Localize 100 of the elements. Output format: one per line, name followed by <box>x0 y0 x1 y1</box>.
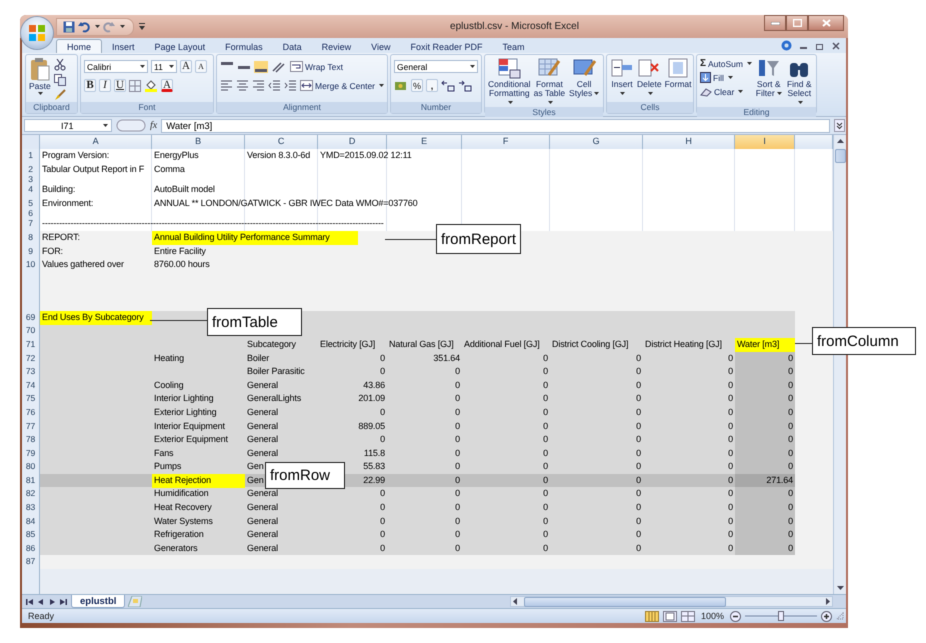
name-box[interactable]: I71 <box>24 119 112 132</box>
row-header[interactable]: 10 <box>22 258 40 273</box>
ribbon-button[interactable]: Conditional Formatting <box>488 57 531 107</box>
customize-toolbar-icon[interactable] <box>139 23 145 30</box>
minimize-button[interactable] <box>764 15 786 31</box>
resize-grip-icon[interactable] <box>836 612 844 620</box>
increase-indent-icon[interactable] <box>284 80 297 91</box>
percent-button[interactable]: % <box>411 79 423 92</box>
scissors-icon[interactable] <box>54 59 66 71</box>
function-label[interactable]: fx <box>150 120 158 131</box>
zoom-out-icon[interactable] <box>730 610 741 622</box>
decrease-indent-icon[interactable] <box>268 80 281 91</box>
close-icon[interactable] <box>832 42 840 50</box>
grow-font-button[interactable]: A <box>180 60 192 73</box>
number-format-field[interactable]: General <box>394 60 478 73</box>
row-header[interactable]: 7 <box>22 217 40 232</box>
column-header[interactable]: G <box>550 135 643 150</box>
ribbon-tab[interactable]: Insert <box>102 39 145 53</box>
resize-handle-icon[interactable] <box>116 119 146 132</box>
ribbon-button[interactable]: Delete <box>637 57 662 98</box>
underline-button[interactable]: U <box>114 79 126 92</box>
ribbon-tab[interactable]: Data <box>272 39 312 53</box>
row-header[interactable]: 87 <box>22 555 40 570</box>
column-header[interactable]: B <box>152 135 245 150</box>
office-button[interactable] <box>21 17 53 49</box>
restore-icon[interactable] <box>816 42 824 50</box>
close-button[interactable] <box>808 15 844 31</box>
column-header[interactable]: F <box>462 135 550 150</box>
ribbon-button[interactable]: Σ AutoSum <box>700 58 752 69</box>
column-header[interactable]: C <box>245 135 318 150</box>
row-header[interactable]: 3 <box>22 176 40 184</box>
font-color-button[interactable]: A <box>161 79 173 92</box>
maximize-button[interactable] <box>786 15 808 31</box>
row-header[interactable]: 71 <box>22 338 40 353</box>
expand-icon[interactable] <box>834 119 845 132</box>
shrink-font-button[interactable]: A <box>195 60 207 73</box>
zoom-level[interactable]: 100% <box>700 611 724 621</box>
italic-button[interactable]: I <box>99 79 111 92</box>
formula-field[interactable]: Water [m3] <box>161 118 830 132</box>
row-header[interactable]: 76 <box>22 406 40 420</box>
help-icon[interactable] <box>781 40 792 51</box>
currency-icon[interactable] <box>394 80 408 92</box>
ribbon-button[interactable]: Clear <box>700 86 752 97</box>
scroll-down-icon[interactable] <box>836 583 844 592</box>
column-header[interactable]: E <box>387 135 462 150</box>
ribbon-tab[interactable]: Foxit Reader PDF <box>400 39 493 53</box>
row-header[interactable]: 75 <box>22 392 40 407</box>
row-header[interactable]: 85 <box>22 528 40 543</box>
comma-button[interactable]: , <box>426 79 438 92</box>
bold-button[interactable]: B <box>84 79 96 92</box>
scroll-thumb[interactable] <box>834 149 846 163</box>
row-header[interactable]: 78 <box>22 433 40 448</box>
scroll-up-icon[interactable] <box>836 137 844 146</box>
align-bottom-icon[interactable] <box>254 60 268 72</box>
wrap-text-button[interactable]: Wrap Text <box>290 61 343 72</box>
scroll-left-icon[interactable] <box>511 597 520 606</box>
first-sheet-icon[interactable] <box>26 598 34 606</box>
ribbon-tab[interactable]: Team <box>492 39 535 53</box>
normal-view-icon[interactable] <box>644 610 659 622</box>
copy-icon[interactable] <box>54 74 66 86</box>
column-header[interactable]: I <box>735 135 795 150</box>
ribbon-tab[interactable]: Page Layout <box>144 39 216 53</box>
align-right-icon[interactable] <box>252 80 265 91</box>
ribbon-tab[interactable]: View <box>361 39 400 53</box>
merge-center-button[interactable]: Merge & Center <box>300 80 384 91</box>
orientation-icon[interactable] <box>271 60 287 72</box>
ribbon-tab[interactable]: Review <box>312 39 362 53</box>
undo-icon[interactable] <box>78 20 90 32</box>
fill-color-icon[interactable] <box>144 79 158 92</box>
decrease-decimal-icon[interactable] <box>458 80 472 92</box>
row-header[interactable]: 82 <box>22 487 40 502</box>
page-layout-icon[interactable] <box>662 610 677 622</box>
font-size-field[interactable]: 11 <box>151 60 177 73</box>
align-left-icon[interactable] <box>220 80 233 91</box>
zoom-in-icon[interactable] <box>821 610 832 622</box>
paste-button[interactable]: Paste <box>29 57 51 95</box>
paintbrush-icon[interactable] <box>54 89 66 101</box>
ribbon-tab[interactable]: Home <box>56 39 102 53</box>
page-break-icon[interactable] <box>680 610 695 622</box>
row-header[interactable]: 80 <box>22 460 40 475</box>
next-sheet-icon[interactable] <box>48 598 56 606</box>
ribbon-button[interactable]: Fill <box>700 72 752 83</box>
ribbon-button[interactable]: Sort & Filter <box>754 57 782 98</box>
increase-decimal-icon[interactable] <box>441 80 455 92</box>
ribbon-button[interactable]: Find & Select <box>786 57 814 107</box>
sheet-tab[interactable]: eplustbl <box>71 595 126 608</box>
column-header[interactable]: A <box>40 135 152 150</box>
save-icon[interactable] <box>63 20 75 32</box>
font-name-field[interactable]: Calibri <box>84 60 148 73</box>
align-center-icon[interactable] <box>236 80 249 91</box>
column-header[interactable]: D <box>318 135 387 150</box>
ribbon-tab[interactable]: Formulas <box>215 39 273 53</box>
ribbon-button[interactable]: Format <box>664 57 692 89</box>
previous-sheet-icon[interactable] <box>37 598 45 606</box>
last-sheet-icon[interactable] <box>59 598 67 606</box>
row-header[interactable]: 73 <box>22 365 40 380</box>
scroll-right-icon[interactable] <box>823 597 832 606</box>
row-header[interactable]: 83 <box>22 501 40 516</box>
row-header[interactable]: 4 <box>22 183 40 198</box>
row-header[interactable]: 1 <box>22 149 40 164</box>
